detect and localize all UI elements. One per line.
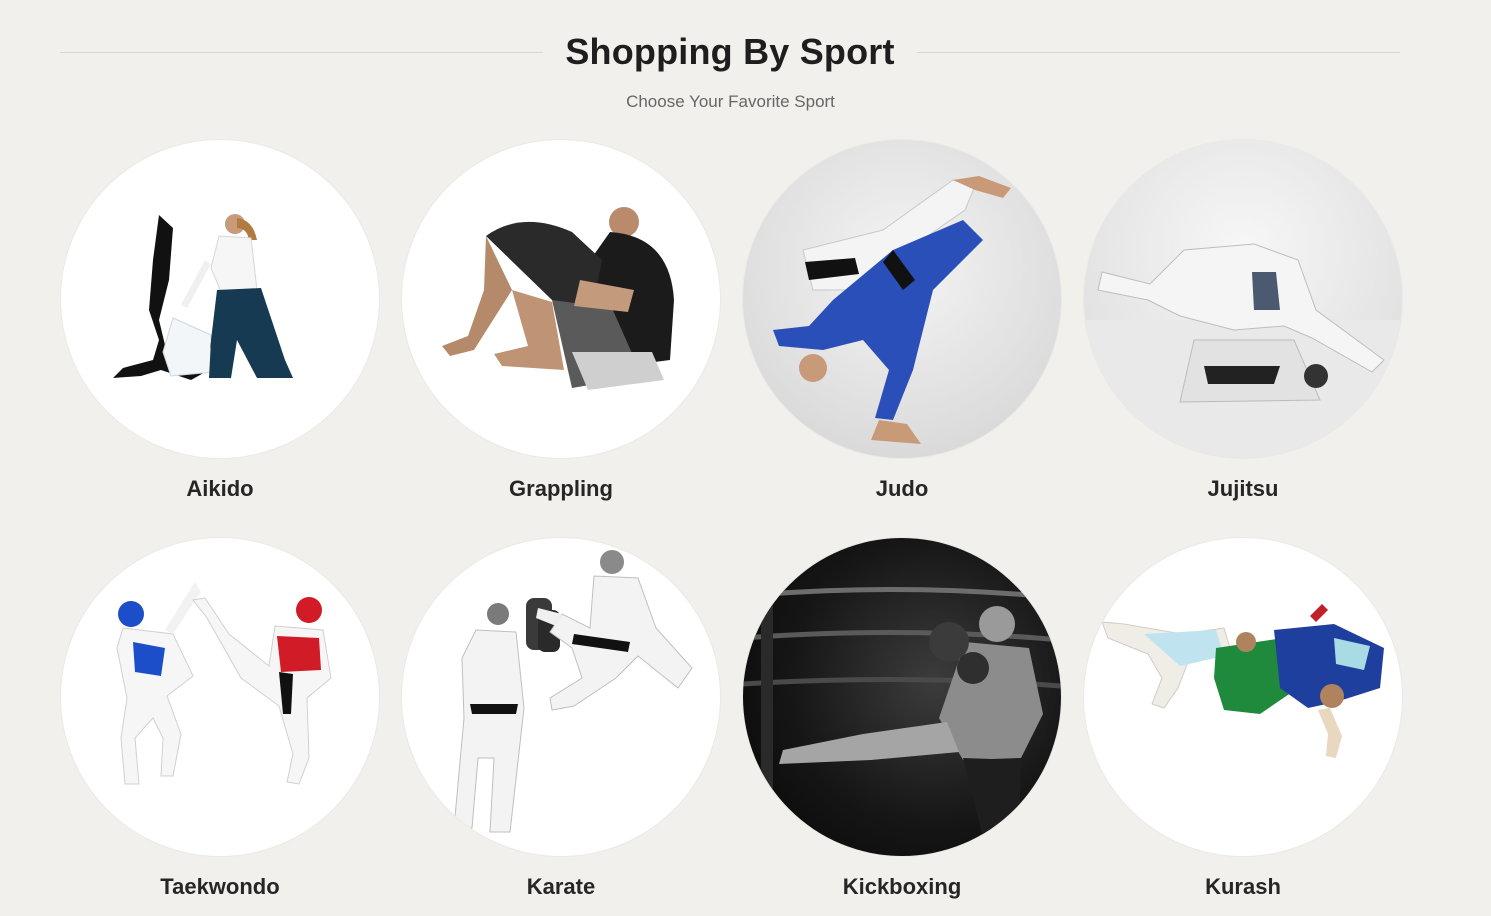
shop-by-sport-section: Shopping By Sport Choose Your Favorite S… [0,0,1491,916]
sport-card-taekwondo[interactable]: Taekwondo [60,538,380,900]
judo-image[interactable] [743,140,1061,458]
taekwondo-kick-photo-icon [116,582,332,785]
sport-card-karate[interactable]: Karate [401,538,721,900]
kurash-image[interactable] [1084,538,1402,856]
sport-card-grappling[interactable]: Grappling [401,140,721,502]
section-title: Shopping By Sport [565,31,895,72]
heading-divider-right [916,51,1400,53]
sport-label-taekwondo[interactable]: Taekwondo [160,874,279,900]
aikido-image[interactable] [61,140,379,458]
aikido-throw-photo-icon [113,214,293,380]
sport-label-jujitsu[interactable]: Jujitsu [1208,476,1279,502]
sport-label-karate[interactable]: Karate [527,874,595,900]
sport-label-aikido[interactable]: Aikido [186,476,253,502]
sport-card-kickboxing[interactable]: Kickboxing [742,538,1062,900]
sport-label-kurash[interactable]: Kurash [1205,874,1281,900]
section-subtitle: Choose Your Favorite Sport [626,92,835,111]
section-heading-row: Shopping By Sport [60,28,1400,76]
grappling-guard-photo-icon [442,207,674,390]
sport-label-grappling[interactable]: Grappling [509,476,613,502]
kurash-throw-photo-icon [1101,604,1384,758]
grappling-image[interactable] [402,140,720,458]
kickboxing-image[interactable] [743,538,1061,856]
taekwondo-image[interactable] [61,538,379,856]
heading-divider-left [60,51,544,53]
karate-image[interactable] [402,538,720,856]
sport-card-jujitsu[interactable]: Jujitsu [1083,140,1403,502]
sport-grid: Aikido Grappling Judo Jujitsu Taekwondo … [60,140,1403,900]
sport-label-judo[interactable]: Judo [876,476,929,502]
karate-flying-kick-photo-icon [453,550,693,833]
judo-throw-photo-icon [773,176,1011,444]
sport-card-kurash[interactable]: Kurash [1083,538,1403,900]
jujitsu-image[interactable] [1084,140,1402,458]
sport-label-kickboxing[interactable]: Kickboxing [843,874,962,900]
sport-card-aikido[interactable]: Aikido [60,140,380,502]
kickboxing-kick-photo-icon [743,558,1061,838]
jujitsu-mount-photo-icon [1084,243,1402,458]
sport-card-judo[interactable]: Judo [742,140,1062,502]
